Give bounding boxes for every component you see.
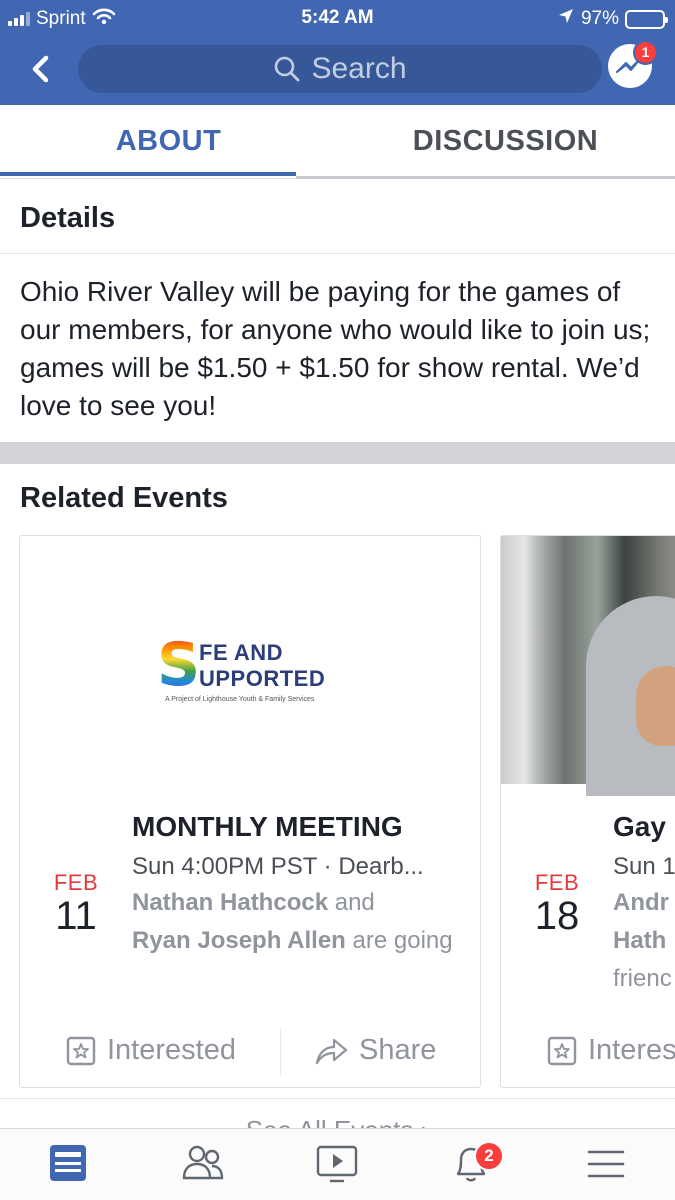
- battery-percent: 97%: [580, 8, 619, 29]
- nav-watch[interactable]: [314, 1141, 364, 1187]
- video-play-icon: [316, 1145, 358, 1183]
- friends-icon: [182, 1145, 224, 1180]
- share-arrow-icon: [315, 1038, 348, 1064]
- event-date: FEB 11: [41, 870, 111, 936]
- messenger-badge: 1: [633, 40, 658, 65]
- share-label: Share: [359, 1034, 437, 1066]
- event-month: FEB: [534, 870, 580, 895]
- location-arrow-icon: [557, 7, 575, 31]
- bottom-nav: [0, 1128, 675, 1200]
- event-title[interactable]: Gay: [613, 811, 666, 843]
- event-title[interactable]: MONTHLY MEETING: [132, 811, 403, 843]
- battery-icon: [625, 9, 668, 29]
- event-date: FEB 18: [522, 870, 592, 936]
- notifications-badge: 2: [474, 1141, 504, 1171]
- tab-about[interactable]: ABOUT: [0, 105, 337, 177]
- event-cover-image: S FE AND UPPORTED A Project of Lighthous…: [20, 536, 480, 784]
- action-divider: [280, 1029, 281, 1075]
- search-placeholder: Search: [311, 52, 407, 85]
- search-icon: [275, 56, 300, 82]
- nav-menu[interactable]: [583, 1141, 633, 1187]
- interested-button[interactable]: Interes: [546, 1034, 675, 1067]
- active-tab-indicator: [0, 172, 296, 176]
- details-text: Ohio River Valley will be paying for the…: [20, 276, 651, 421]
- safe-and-supported-logo: S FE AND UPPORTED A Project of Lighthous…: [157, 630, 326, 703]
- nav-news-feed[interactable]: [46, 1141, 96, 1187]
- news-feed-icon: [50, 1145, 86, 1181]
- search-input[interactable]: Search: [78, 45, 602, 93]
- interested-label: Interes: [588, 1034, 675, 1066]
- event-time-location: Sun 4:00PM PST · Dearb...: [132, 853, 424, 880]
- interested-button[interactable]: Interested: [65, 1034, 236, 1067]
- star-badge-icon: [66, 1036, 96, 1065]
- see-all-label: See All Events ›: [0, 1115, 675, 1128]
- see-all-events-link[interactable]: See All Events ›: [0, 1098, 675, 1128]
- event-going: Andr Hath frienc: [613, 889, 672, 992]
- back-button[interactable]: [24, 50, 58, 88]
- details-heading: Details: [20, 202, 116, 234]
- tab-discussion[interactable]: DISCUSSION: [337, 105, 674, 177]
- going-name-2[interactable]: Ryan Joseph Allen: [132, 927, 346, 954]
- section-divider: [0, 442, 675, 464]
- event-going: Nathan Hathcock and Ryan Joseph Allen ar…: [132, 889, 453, 954]
- share-button[interactable]: Share: [313, 1034, 436, 1067]
- interested-label: Interested: [107, 1034, 236, 1066]
- event-day: 11: [55, 894, 97, 938]
- event-month: FEB: [53, 870, 99, 895]
- going-name-2[interactable]: Hath: [613, 927, 666, 954]
- going-name-1[interactable]: Andr: [613, 889, 669, 916]
- top-bar: Sprint 5:42 AM 97% Search 1: [0, 0, 675, 105]
- hamburger-menu-icon: [587, 1150, 625, 1178]
- tab-bar: ABOUT DISCUSSION: [0, 105, 675, 179]
- status-bar: Sprint 5:42 AM 97%: [0, 0, 675, 36]
- event-card[interactable]: S FE AND UPPORTED A Project of Lighthous…: [19, 535, 481, 1088]
- tab-separator: [296, 176, 675, 179]
- event-day: 18: [534, 894, 580, 938]
- going-name-1[interactable]: Nathan Hathcock: [132, 889, 328, 916]
- chevron-left-icon: [32, 55, 49, 83]
- event-cover-photo: [501, 536, 675, 796]
- event-card[interactable]: FEB 18 Gay Sun 1 Andr Hath frienc Intere…: [500, 535, 675, 1088]
- related-events-heading: Related Events: [20, 482, 228, 514]
- details-header: Details: [0, 182, 675, 254]
- event-time-location: Sun 1: [613, 853, 675, 880]
- nav-friends[interactable]: [180, 1141, 230, 1187]
- star-badge-icon: [547, 1036, 577, 1065]
